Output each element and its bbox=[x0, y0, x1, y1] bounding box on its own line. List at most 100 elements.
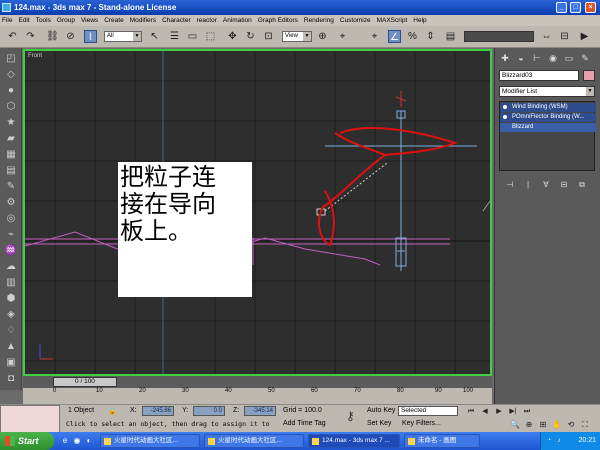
menu-group[interactable]: Group bbox=[57, 17, 75, 24]
tool-icon-13[interactable]: ♒ bbox=[4, 244, 18, 257]
zoom-icon[interactable]: 🔍 bbox=[510, 420, 520, 430]
modify-tab-icon[interactable]: ◒ bbox=[515, 52, 527, 64]
play-icon[interactable]: ▶ bbox=[494, 407, 504, 417]
percent-snap-icon[interactable]: % bbox=[406, 30, 419, 43]
stack-item-blizzard[interactable]: Blizzard bbox=[500, 123, 596, 132]
modifier-list-dropdown[interactable]: Modifier List ▼ bbox=[499, 86, 595, 97]
show-end-result-icon[interactable]: | bbox=[523, 180, 533, 190]
ie-quicklaunch-icon[interactable]: e bbox=[60, 436, 70, 446]
make-unique-icon[interactable]: ∀ bbox=[541, 180, 551, 190]
configure-sets-icon[interactable]: ⧉ bbox=[577, 180, 587, 190]
menu-tools[interactable]: Tools bbox=[36, 17, 51, 24]
create-tab-icon[interactable]: ✚ bbox=[499, 52, 511, 64]
menu-reactor[interactable]: reactor bbox=[197, 17, 217, 24]
tool-icon-20[interactable]: ▣ bbox=[4, 356, 18, 369]
zoom-all-icon[interactable]: ⊕ bbox=[524, 420, 534, 430]
zoom-extents-icon[interactable]: ⊞ bbox=[538, 420, 548, 430]
previous-frame-icon[interactable]: ◀ bbox=[480, 407, 490, 417]
named-selection-sets-field[interactable] bbox=[464, 31, 534, 42]
menu-graph-editors[interactable]: Graph Editors bbox=[258, 17, 298, 24]
select-by-name-icon[interactable]: ☰ bbox=[168, 30, 181, 43]
select-manipulate-icon[interactable]: ⌖ bbox=[336, 30, 349, 43]
key-filters-button[interactable]: Key Filters... bbox=[402, 420, 441, 427]
pin-stack-icon[interactable]: ⊣ bbox=[505, 180, 515, 190]
tool-icon-14[interactable]: ☁ bbox=[4, 260, 18, 273]
select-and-rotate-icon[interactable]: ↻ bbox=[244, 30, 257, 43]
taskbar-item-3dsmax[interactable]: 124.max - 3ds max 7 ... bbox=[308, 434, 400, 448]
select-and-move-icon[interactable]: ✥ bbox=[226, 30, 239, 43]
named-selection-icon[interactable]: ▤ bbox=[444, 30, 457, 43]
tool-icon-15[interactable]: ▥ bbox=[4, 276, 18, 289]
snaps-toggle-icon[interactable]: ⌖ bbox=[368, 30, 381, 43]
menu-help[interactable]: Help bbox=[413, 17, 426, 24]
select-object-icon[interactable]: ↖ bbox=[148, 30, 161, 43]
auto-key-button[interactable]: Auto Key bbox=[367, 407, 395, 414]
unlink-selection-icon[interactable]: ⊘ bbox=[64, 30, 77, 43]
select-and-link-icon[interactable]: ⛓ bbox=[46, 30, 59, 43]
rectangular-region-icon[interactable]: ▭ bbox=[186, 30, 199, 43]
taskbar-item-browser-1[interactable]: 火星时代动画大社区... bbox=[100, 434, 200, 448]
key-icon[interactable]: ⚷ bbox=[346, 409, 355, 423]
redo-icon[interactable]: ↷ bbox=[24, 30, 37, 43]
go-to-end-icon[interactable]: ⏭ bbox=[522, 407, 532, 417]
remove-modifier-icon[interactable]: ⊟ bbox=[559, 180, 569, 190]
tool-icon-3[interactable]: ● bbox=[4, 84, 18, 97]
selection-filter-dropdown[interactable]: All ▼ bbox=[104, 31, 142, 42]
select-and-scale-icon[interactable]: ⊡ bbox=[262, 30, 275, 43]
lightbulb-icon[interactable] bbox=[503, 115, 507, 119]
tool-icon-12[interactable]: ⌁ bbox=[4, 228, 18, 241]
start-button[interactable]: Start bbox=[0, 432, 54, 450]
reference-coordinate-dropdown[interactable]: View ▼ bbox=[282, 31, 312, 42]
taskbar-item-browser-2[interactable]: 火星时代动画大社区... bbox=[204, 434, 304, 448]
menu-edit[interactable]: Edit bbox=[18, 17, 29, 24]
tool-icon-10[interactable]: ⚙ bbox=[4, 196, 18, 209]
tool-icon-9[interactable]: ✎ bbox=[4, 180, 18, 193]
next-frame-icon[interactable]: ▶| bbox=[508, 407, 518, 417]
quick-render-icon[interactable]: ▶ bbox=[578, 30, 591, 43]
tool-icon-21[interactable]: ◘ bbox=[4, 372, 18, 385]
desktop-quicklaunch-icon[interactable]: ◐ bbox=[84, 436, 94, 446]
maximize-viewport-icon[interactable]: ⛶ bbox=[580, 420, 590, 430]
utilities-tab-icon[interactable]: ✎ bbox=[579, 52, 591, 64]
menu-rendering[interactable]: Rendering bbox=[304, 17, 334, 24]
z-coordinate-field[interactable]: -345.14 bbox=[244, 406, 276, 416]
angle-snap-icon[interactable]: ∠ bbox=[388, 30, 401, 43]
x-coordinate-field[interactable]: -245.86 bbox=[142, 406, 174, 416]
menu-maxscript[interactable]: MAXScript bbox=[377, 17, 408, 24]
network-tray-icon[interactable]: ◔ bbox=[545, 437, 553, 445]
minimize-button[interactable]: _ bbox=[556, 2, 567, 13]
window-crossing-icon[interactable]: ⬚ bbox=[204, 30, 217, 43]
close-button[interactable]: × bbox=[585, 2, 596, 13]
time-slider[interactable]: 0 / 100 bbox=[53, 377, 117, 387]
tool-icon-18[interactable]: ♢ bbox=[4, 324, 18, 337]
tool-icon-6[interactable]: ▰ bbox=[4, 132, 18, 145]
tool-icon-8[interactable]: ▤ bbox=[4, 164, 18, 177]
mirror-icon[interactable]: ⇔ bbox=[540, 30, 553, 43]
object-color-swatch[interactable] bbox=[583, 70, 595, 81]
stack-item-wind-binding[interactable]: Wind Binding (WSM) bbox=[500, 103, 596, 112]
media-quicklaunch-icon[interactable]: ◉ bbox=[72, 436, 82, 446]
menu-file[interactable]: File bbox=[2, 17, 12, 24]
tool-icon-11[interactable]: ◎ bbox=[4, 212, 18, 225]
undo-icon[interactable]: ↶ bbox=[6, 30, 19, 43]
menu-animation[interactable]: Animation bbox=[223, 17, 252, 24]
front-viewport[interactable]: Front bbox=[23, 49, 492, 376]
tool-icon-7[interactable]: ▦ bbox=[4, 148, 18, 161]
lock-icon[interactable]: 🔒 bbox=[108, 407, 117, 415]
menu-modifiers[interactable]: Modifiers bbox=[130, 17, 156, 24]
tool-icon-4[interactable]: ⬡ bbox=[4, 100, 18, 113]
arc-rotate-icon[interactable]: ⟲ bbox=[566, 420, 576, 430]
go-to-start-icon[interactable]: ⏮ bbox=[466, 407, 476, 417]
pivot-center-icon[interactable]: ⊕ bbox=[316, 30, 329, 43]
add-time-tag-button[interactable]: Add Time Tag bbox=[283, 420, 326, 427]
display-tab-icon[interactable]: ▭ bbox=[563, 52, 575, 64]
bind-to-space-warp-button[interactable]: ⌇ bbox=[84, 30, 97, 43]
taskbar-item-paint[interactable]: 未命名 - 画图 bbox=[404, 434, 480, 448]
maximize-button[interactable]: □ bbox=[570, 2, 581, 13]
tool-icon-5[interactable]: ★ bbox=[4, 116, 18, 129]
motion-tab-icon[interactable]: ◉ bbox=[547, 52, 559, 64]
tool-icon-1[interactable]: ◰ bbox=[4, 52, 18, 65]
object-name-field[interactable]: Blizzard03 bbox=[499, 70, 579, 81]
menu-customize[interactable]: Customize bbox=[340, 17, 371, 24]
menu-character[interactable]: Character bbox=[162, 17, 191, 24]
